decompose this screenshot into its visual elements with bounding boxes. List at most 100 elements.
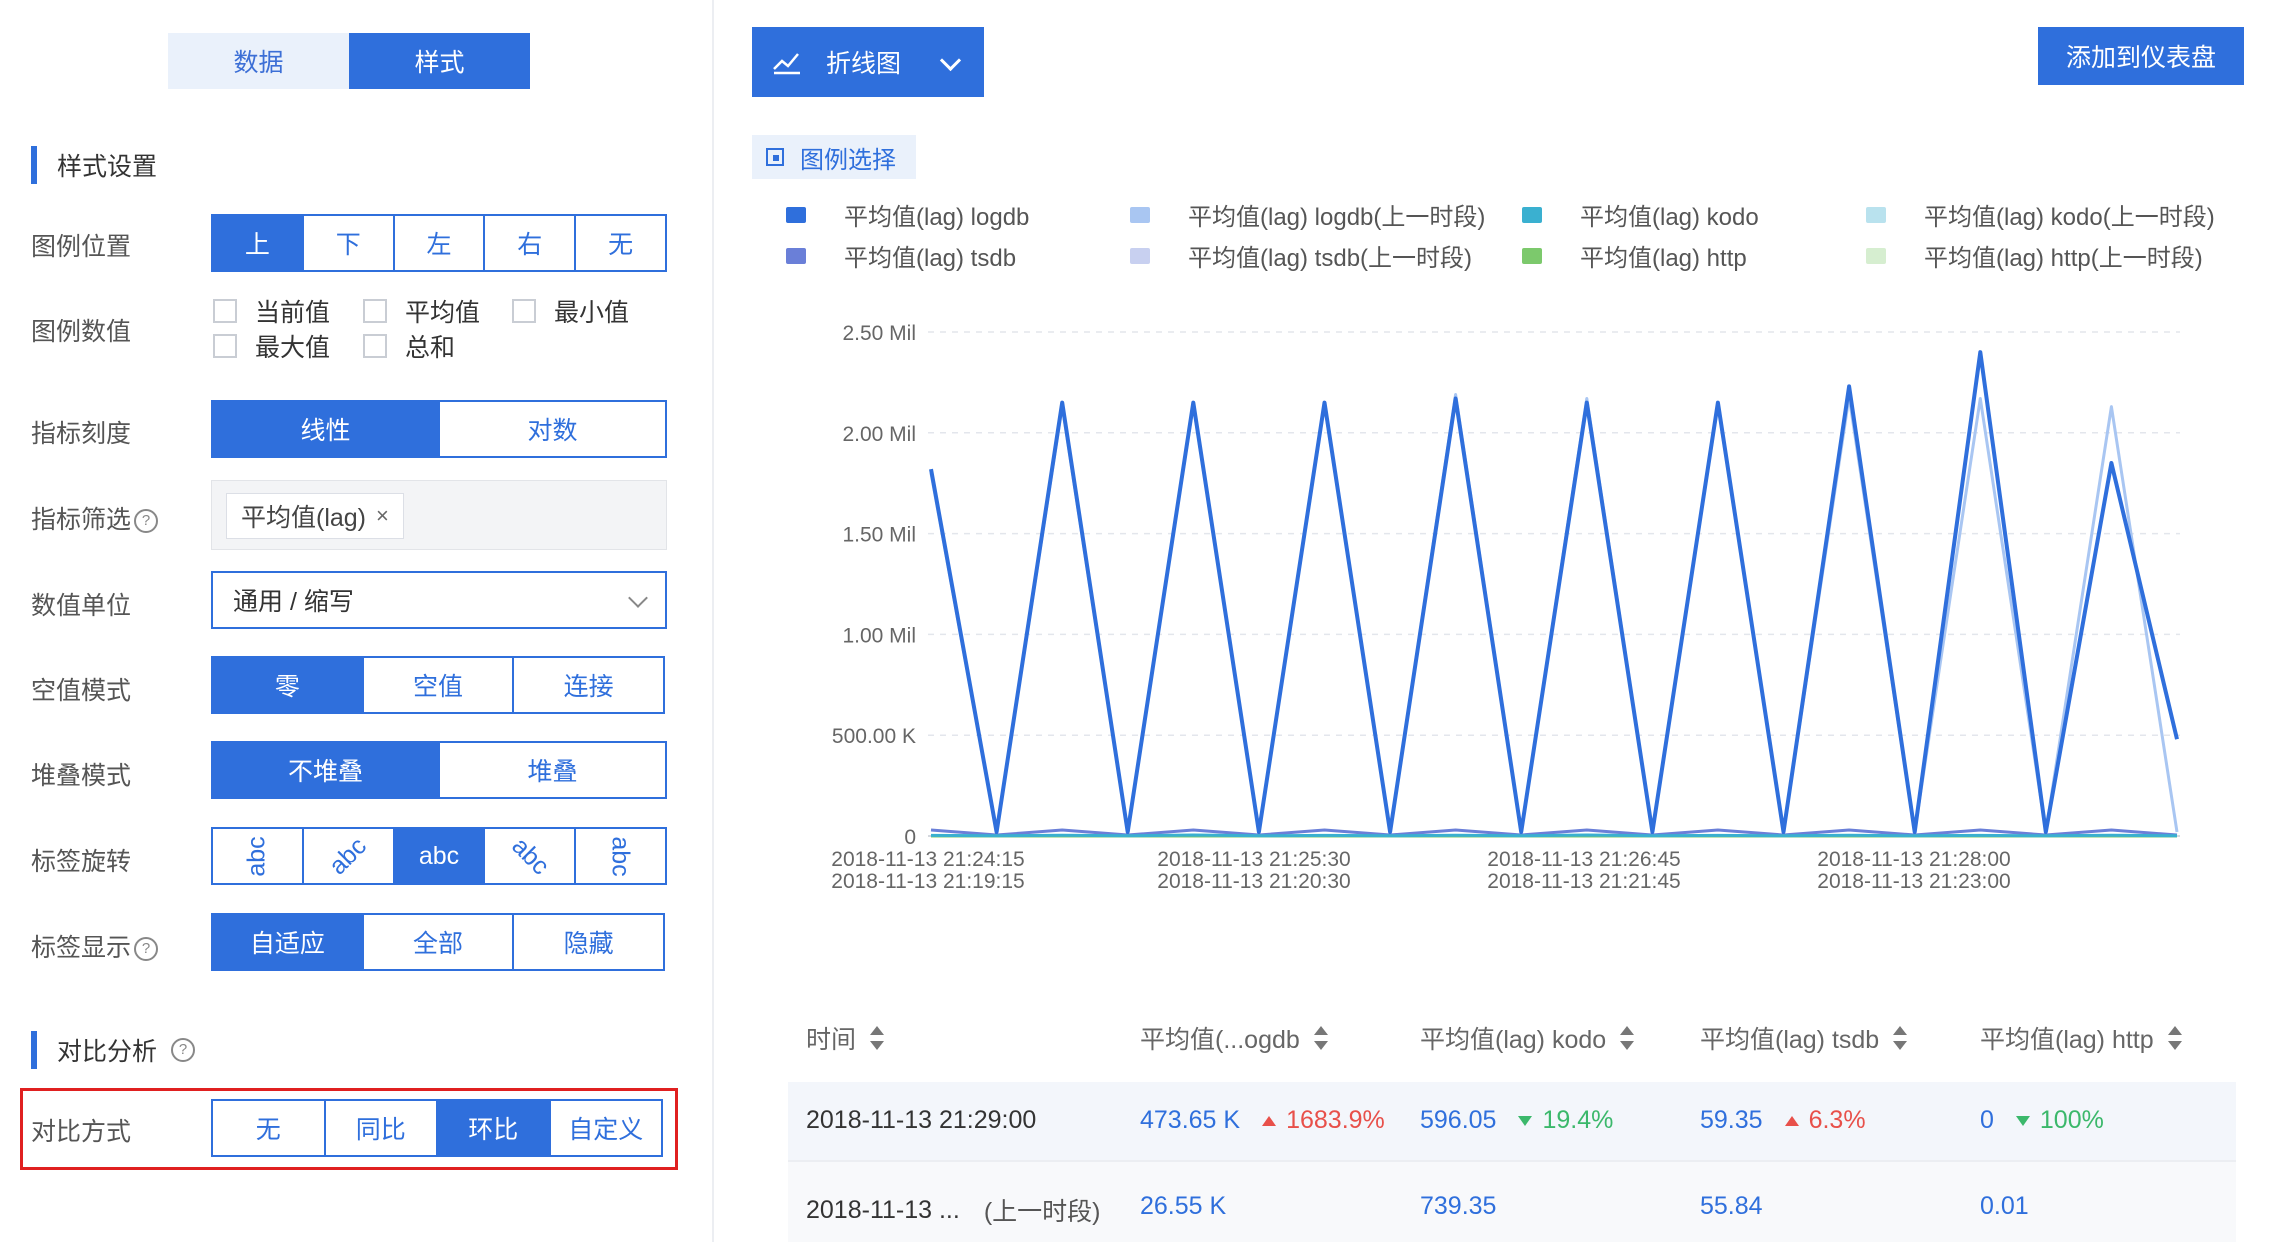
table-header-time[interactable]: 时间	[806, 1020, 885, 1056]
scale-log[interactable]: 对数	[440, 402, 665, 456]
row2-tsdb: 55.84	[1700, 1192, 1763, 1220]
header-label: 平均值(lag) kodo	[1420, 1026, 1607, 1054]
legend-position-top[interactable]: 上	[213, 216, 304, 270]
legend-item-label: 平均值(lag) kodo(上一时段)	[1924, 204, 2215, 231]
table-header-kodo[interactable]: 平均值(lag) kodo	[1420, 1020, 1635, 1056]
line-chart-icon	[773, 53, 800, 75]
legend-item[interactable]: 平均值(lag) kodo	[1522, 197, 1759, 232]
legend-position-right[interactable]: 右	[485, 216, 577, 270]
row1-kodo-change: 19.4%	[1542, 1106, 1614, 1134]
checkbox-max-label: 最大值	[255, 334, 331, 362]
rotate-option-vertical-up[interactable]: abc	[213, 829, 304, 883]
legend-item-label: 平均值(lag) http(上一时段)	[1924, 245, 2203, 272]
legend-item[interactable]: 平均值(lag) kodo(上一时段)	[1866, 197, 2215, 232]
rotate-option-text: abc	[242, 835, 271, 877]
null-mode-zero[interactable]: 零	[213, 658, 364, 712]
x-tick-label: 2018-11-13 21:20:30	[1157, 870, 1350, 893]
legend-position-left[interactable]: 左	[394, 216, 486, 270]
checkbox-average[interactable]: 平均值	[363, 293, 480, 329]
legend-item[interactable]: 平均值(lag) tsdb(上一时段)	[1130, 238, 1472, 273]
checkbox-min[interactable]: 最小值	[512, 293, 629, 329]
tab-data[interactable]: 数据	[168, 33, 349, 89]
help-icon[interactable]: ?	[171, 1038, 196, 1062]
section-accent-bar	[31, 146, 37, 184]
rotate-option-vertical-down[interactable]: abc	[576, 829, 665, 883]
checkbox-box[interactable]	[213, 299, 237, 323]
unit-select[interactable]: 通用 / 缩写	[211, 571, 667, 629]
label-display-adaptive[interactable]: 自适应	[213, 915, 364, 969]
label-display-hide[interactable]: 隐藏	[514, 915, 664, 969]
y-tick-label: 2.00 Mil	[842, 423, 916, 446]
help-icon[interactable]: ?	[134, 937, 159, 962]
sort-icon[interactable]	[1620, 1025, 1635, 1051]
compare-mode-period[interactable]: 环比	[438, 1101, 551, 1155]
sort-icon[interactable]	[1893, 1025, 1908, 1051]
row2-logdb: 26.55 K	[1140, 1192, 1227, 1220]
unit-select-value: 通用 / 缩写	[233, 588, 354, 616]
x-tick-label: 2018-11-13 21:25:30	[1157, 848, 1350, 871]
y-tick-label: 500.00 K	[832, 725, 916, 748]
add-to-dashboard-button[interactable]: 添加到仪表盘	[2038, 27, 2244, 85]
legend-position-label: 图例位置	[31, 233, 132, 261]
legend-item[interactable]: 平均值(lag) http	[1522, 238, 1747, 273]
rotate-option-horizontal[interactable]: abc	[394, 829, 486, 883]
checkbox-box[interactable]	[363, 334, 387, 358]
compare-mode-custom[interactable]: 自定义	[550, 1101, 661, 1155]
label-display-all[interactable]: 全部	[363, 915, 515, 969]
legend-swatch	[1130, 247, 1150, 264]
tab-style[interactable]: 样式	[349, 33, 530, 89]
legend-item[interactable]: 平均值(lag) logdb(上一时段)	[1130, 197, 1485, 232]
y-tick-label: 1.00 Mil	[842, 624, 916, 647]
chart-type-label: 折线图	[826, 50, 902, 78]
legend-position-bottom[interactable]: 下	[303, 216, 395, 270]
checkbox-sum[interactable]: 总和	[363, 328, 455, 364]
null-mode-null[interactable]: 空值	[363, 658, 515, 712]
x-tick-label: 2018-11-13 21:28:00	[1817, 848, 2010, 871]
row1-logdb-value: 473.65 K	[1140, 1106, 1241, 1134]
checkbox-box[interactable]	[512, 299, 536, 323]
stack-mode-stacked[interactable]: 堆叠	[440, 743, 665, 797]
tag-remove-icon[interactable]: ×	[376, 503, 389, 529]
legend-swatch	[786, 206, 806, 223]
table-header-tsdb[interactable]: 平均值(lag) tsdb	[1700, 1020, 1908, 1056]
sort-icon[interactable]	[870, 1025, 885, 1051]
sort-icon[interactable]	[1313, 1025, 1328, 1051]
checkbox-average-label: 平均值	[405, 299, 481, 327]
checkbox-box[interactable]	[213, 334, 237, 358]
sort-icon[interactable]	[2167, 1025, 2182, 1051]
legend-position-none[interactable]: 无	[576, 216, 665, 270]
null-mode-connect[interactable]: 连接	[514, 658, 664, 712]
rotate-option-text: abc	[323, 831, 372, 880]
help-icon[interactable]: ?	[134, 509, 159, 534]
legend-item[interactable]: 平均值(lag) http(上一时段)	[1866, 238, 2203, 273]
row1-http-change: 100%	[2039, 1106, 2104, 1134]
legend-select-button[interactable]: 图例选择	[752, 135, 916, 179]
stack-mode-none[interactable]: 不堆叠	[213, 743, 440, 797]
rotate-option-text: abc	[505, 831, 555, 880]
checkbox-max[interactable]: 最大值	[213, 328, 330, 364]
legend-item[interactable]: 平均值(lag) tsdb	[786, 238, 1016, 273]
legend-swatch	[1866, 247, 1886, 264]
chart-type-dropdown[interactable]: 折线图	[752, 27, 984, 97]
compare-mode-label: 对比方式	[31, 1118, 132, 1146]
metric-tag: 平均值(lag) ×	[226, 493, 404, 539]
metric-filter-input[interactable]: 平均值(lag) ×	[211, 480, 667, 550]
series-line	[930, 833, 2178, 838]
x-tick-label: 2018-11-13 21:23:00	[1817, 870, 2010, 893]
panel-tabs: 数据 样式	[168, 33, 530, 89]
row1-http-value: 0	[1980, 1106, 1994, 1134]
arrow-up-icon	[1262, 1115, 1277, 1126]
rotate-option-diag-up[interactable]: abc	[303, 829, 395, 883]
label-rotate-label: 标签旋转	[31, 848, 132, 876]
compare-mode-none[interactable]: 无	[213, 1101, 326, 1155]
checkbox-box[interactable]	[363, 299, 387, 323]
table-header-logdb[interactable]: 平均值(...ogdb	[1140, 1020, 1328, 1056]
null-mode-label: 空值模式	[31, 677, 132, 705]
checkbox-current[interactable]: 当前值	[213, 293, 330, 329]
stack-mode-selector: 不堆叠 堆叠	[211, 741, 667, 799]
compare-mode-yoy[interactable]: 同比	[325, 1101, 438, 1155]
table-header-http[interactable]: 平均值(lag) http	[1980, 1020, 2182, 1056]
rotate-option-diag-down[interactable]: abc	[485, 829, 577, 883]
scale-linear[interactable]: 线性	[213, 402, 440, 456]
legend-item[interactable]: 平均值(lag) logdb	[786, 197, 1029, 232]
